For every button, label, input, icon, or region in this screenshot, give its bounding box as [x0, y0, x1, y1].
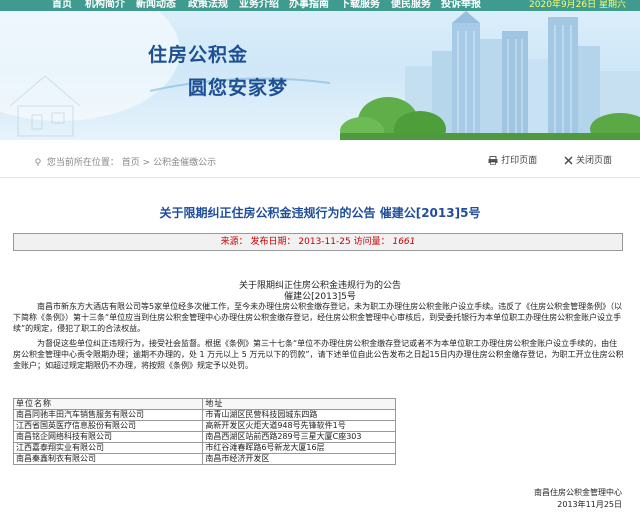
table-header-address: 地址 [202, 398, 396, 410]
nav-item-home[interactable]: 首页 [52, 0, 72, 11]
nav-item-complaint[interactable]: 投诉举报 [441, 0, 481, 11]
table-row: 南昌秦鑫制衣有限公司 南昌市经济开发区 [12, 453, 396, 465]
building-top [452, 11, 480, 23]
close-page-label: 关闭页面 [575, 156, 612, 166]
article-paragraph-1: 南昌市新东方大酒店有限公司等5家单位经多次催工作，至今未办理住房公积金缴存登记，… [13, 302, 623, 333]
publish-date-label: 发布日期： [250, 237, 296, 247]
signature-date: 2013年11月25日 [557, 500, 622, 509]
print-page-label: 打印页面 [501, 156, 538, 166]
nav-item-guide[interactable]: 办事指南 [289, 0, 329, 11]
nav-item-business[interactable]: 业务介绍 [239, 0, 279, 11]
breadcrumb-bar: 您当前所在位置： 首页 > 公积金催缴公示 打印页面 关闭页面 [0, 140, 640, 178]
hedge [340, 133, 640, 140]
table-cell-address: 市青山湖区民营科技园城东四路 [202, 409, 396, 421]
breadcrumb-section[interactable]: 公积金催缴公示 [153, 158, 216, 168]
banner-illustration [0, 11, 640, 140]
publish-date: 2013-11-25 [298, 237, 351, 247]
table-cell-address: 南昌西湖区站前西路289号三星大厦C座303 [202, 431, 396, 443]
table-cell-address: 市红谷滩春晖路6号新龙大厦16层 [202, 442, 396, 454]
units-table: 单位名称 地址 南昌同驰丰田汽车销售服务有限公司 市青山湖区民营科技园城东四路 … [12, 398, 396, 465]
table-row: 江西嘉泰翔实业有限公司 市红谷滩春晖路6号新龙大厦16层 [12, 442, 396, 454]
table-row: 南昌同驰丰田汽车销售服务有限公司 市青山湖区民营科技园城东四路 [12, 409, 396, 421]
article-title: 关于限期纠正住房公积金违规行为的公告 催建公[2013]5号 [159, 206, 481, 220]
table-cell-name: 江西省国英医疗信息股份有限公司 [12, 420, 204, 432]
table-row: 南昌铭企网络科技有限公司 南昌西湖区站前西路289号三星大厦C座303 [12, 431, 396, 443]
visits-label: 访问量： [353, 237, 390, 247]
close-page-button[interactable]: 关闭页面 [564, 153, 612, 166]
article-info-bar: 来源： 发布日期： 2013-11-25 访问量： 1661 [13, 233, 623, 251]
visits-count: 1661 [392, 237, 416, 247]
close-icon [564, 156, 573, 165]
location-icon [35, 158, 41, 166]
table-header-row: 单位名称 地址 [12, 398, 396, 410]
nav-item-service[interactable]: 便民服务 [391, 0, 431, 11]
banner: 住房公积金 圆您安家梦 [0, 11, 640, 140]
table-cell-address: 高新开发区火炬大道948号先锋软件1号 [202, 420, 396, 432]
building [502, 31, 528, 140]
nav-item-download[interactable]: 下载服务 [340, 0, 380, 11]
signature-org: 南昌住房公积金管理中心 [534, 488, 622, 497]
nav-item-news[interactable]: 新闻动态 [136, 0, 176, 11]
print-page-button[interactable]: 打印页面 [488, 153, 537, 166]
nav-date: 2020年9月26日 星期六 [529, 0, 626, 10]
top-nav-bar: 首页 机构简介 新闻动态 政策法规 业务介绍 办事指南 下载服务 便民服务 投诉… [0, 0, 640, 11]
table-cell-name: 南昌秦鑫制衣有限公司 [12, 453, 204, 465]
source-label: 来源： [220, 237, 248, 247]
building [480, 39, 502, 140]
nav-item-about[interactable]: 机构简介 [85, 0, 125, 11]
breadcrumb-home[interactable]: 首页 [122, 158, 140, 168]
article-paragraph-2: 为督促这些单位纠正违规行为，接受社会监督。根据《条例》第三十七条“单位不办理住房… [13, 339, 624, 370]
breadcrumb-separator: > [142, 158, 151, 168]
table-cell-name: 江西嘉泰翔实业有限公司 [12, 442, 204, 454]
nav-item-policy[interactable]: 政策法规 [188, 0, 228, 11]
print-icon [488, 156, 498, 165]
table-row: 江西省国英医疗信息股份有限公司 高新开发区火炬大道948号先锋软件1号 [12, 420, 396, 432]
table-cell-name: 南昌铭企网络科技有限公司 [12, 431, 204, 443]
table-cell-name: 南昌同驰丰田汽车销售服务有限公司 [12, 409, 204, 421]
banner-title-2: 圆您安家梦 [188, 77, 289, 99]
table-header-name: 单位名称 [12, 398, 204, 410]
page-tools: 打印页面 关闭页面 [464, 153, 612, 166]
building [528, 59, 548, 140]
table-cell-address: 南昌市经济开发区 [202, 453, 396, 465]
breadcrumb: 您当前所在位置： 首页 > 公积金催缴公示 [34, 155, 216, 168]
breadcrumb-prefix: 您当前所在位置： [46, 158, 119, 168]
banner-title-1: 住房公积金 [148, 44, 249, 66]
